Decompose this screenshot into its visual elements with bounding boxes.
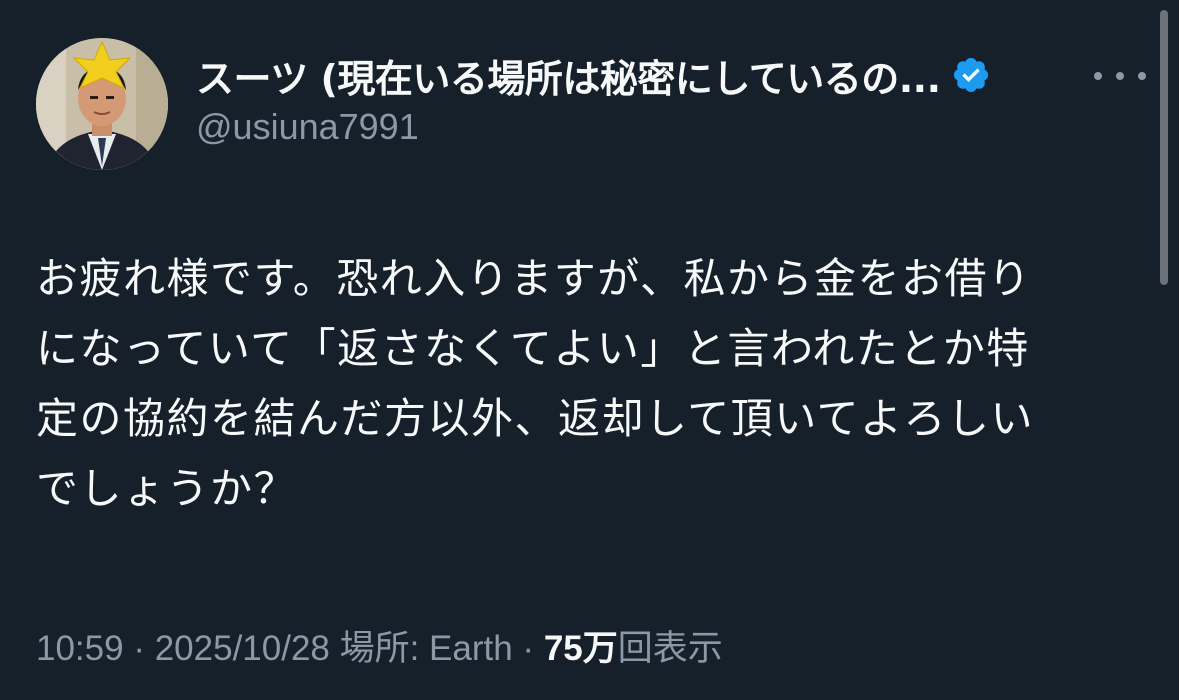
- tweet-date[interactable]: 2025/10/28: [155, 629, 330, 668]
- author-handle[interactable]: @usiuna7991: [196, 106, 1096, 148]
- more-options-icon[interactable]: [1094, 66, 1146, 86]
- separator: ·: [512, 629, 544, 668]
- name-row: スーツ (現在いる場所は秘密にしているの...: [196, 48, 1096, 103]
- tweet-text-line: でしょうか？: [36, 464, 298, 513]
- author-names: スーツ (現在いる場所は秘密にしているの... @usiuna7991: [196, 50, 1096, 148]
- tweet-text-line: 定の協約を結んだ方以外、返却して頂いてよろしい: [36, 394, 1034, 443]
- tweet-text-line: お疲れ様です。恐れ入りますが、私から金をお借り: [36, 254, 1032, 303]
- views-label: 回表示: [617, 629, 723, 668]
- views-count[interactable]: 75万: [544, 629, 618, 668]
- tweet-meta: 10:59 · 2025/10/28 場所: Earth · 75万回表示: [36, 620, 723, 670]
- avatar[interactable]: [36, 38, 168, 170]
- tweet-header: スーツ (現在いる場所は秘密にしているの... @usiuna7991: [36, 38, 1146, 173]
- tweet-text: お疲れ様です。恐れ入りますが、私から金をお借り になっていて「返さなくてよい」と…: [36, 244, 1146, 524]
- dot-icon: [1138, 72, 1146, 80]
- separator: ·: [123, 629, 155, 668]
- tweet-text-line: になっていて「返さなくてよい」と言われたとか特: [36, 324, 1030, 373]
- dot-icon: [1094, 72, 1102, 80]
- verified-badge-icon[interactable]: [951, 55, 991, 95]
- scrollbar[interactable]: [1160, 10, 1168, 285]
- tweet-time[interactable]: 10:59: [36, 629, 124, 668]
- dot-icon: [1116, 72, 1124, 80]
- tweet-location: 場所: Earth: [329, 629, 513, 668]
- author-display-name[interactable]: スーツ (現在いる場所は秘密にしているの...: [196, 48, 941, 103]
